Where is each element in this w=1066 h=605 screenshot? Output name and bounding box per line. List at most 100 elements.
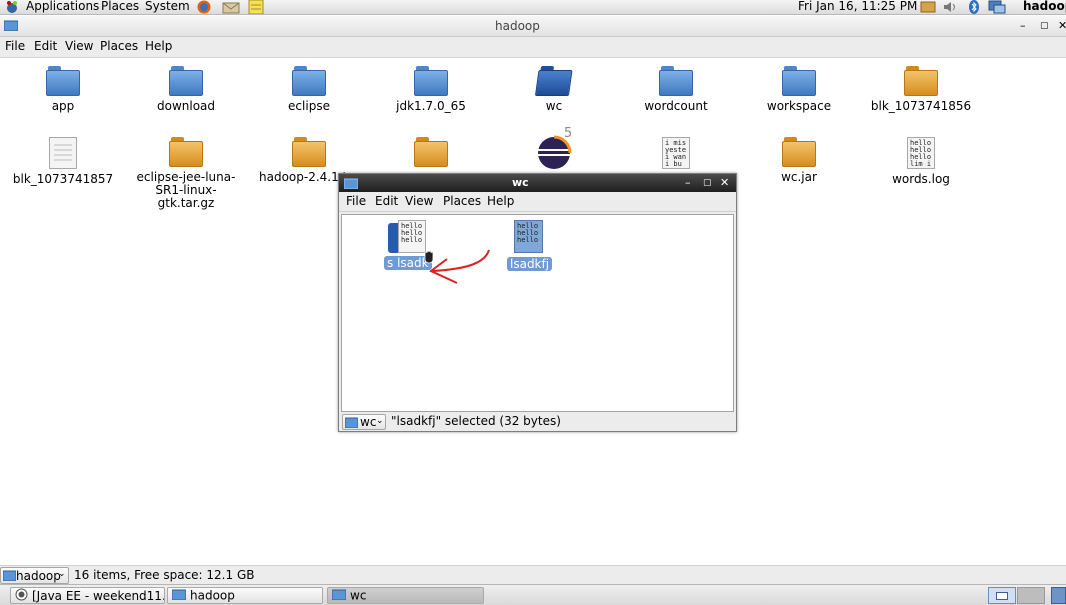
menubar: File Edit View Places Help — [0, 37, 1066, 58]
menu-edit[interactable]: Edit — [375, 194, 398, 208]
file-label: blk_1073741856 — [870, 99, 972, 113]
menu-help[interactable]: Help — [487, 194, 514, 208]
task-java-ee[interactable]: [Java EE - weekend11... — [10, 587, 165, 604]
file-icon-eclipse-app[interactable]: 5 — [499, 125, 609, 169]
minimize-icon[interactable]: – — [685, 177, 691, 189]
network-icon[interactable] — [988, 0, 1006, 14]
file-icon-wordcount[interactable]: wordcount — [621, 66, 731, 113]
bluetooth-icon[interactable] — [966, 0, 982, 14]
file-icon-words-log[interactable]: hello hello hello lim i words.log — [866, 137, 976, 186]
menu-view[interactable]: View — [65, 39, 93, 53]
status-text: 16 items, Free space: 12.1 GB — [74, 568, 255, 582]
wc-window-titlebar[interactable]: wc – ▢ ✕ — [339, 174, 736, 192]
file-icon-archive[interactable] — [376, 137, 486, 167]
task-hadoop[interactable]: hadoop — [167, 587, 323, 604]
folder-icon — [344, 417, 359, 431]
file-label: words.log — [892, 172, 950, 186]
folder-icon — [46, 66, 80, 96]
gnome-foot-icon[interactable] — [4, 0, 20, 14]
file-icon-app[interactable]: app — [8, 66, 118, 113]
user-menu[interactable]: hadoop — [1023, 0, 1066, 15]
window-titlebar[interactable]: hadoop – ▢ ✕ — [0, 16, 1066, 37]
maximize-icon[interactable]: ▢ — [1040, 20, 1049, 32]
notes-icon[interactable] — [248, 0, 264, 15]
taskbar: [Java EE - weekend11... hadoop wc — [0, 584, 1066, 605]
mail-icon[interactable] — [222, 0, 240, 14]
file-icon-text-preview[interactable]: i mis yeste i wan i bu — [621, 137, 731, 169]
update-icon[interactable] — [919, 0, 936, 14]
firefox-icon[interactable] — [196, 0, 212, 14]
eclipse-icon: 5 — [534, 125, 574, 169]
folder-icon — [171, 588, 187, 603]
chevron-down-icon: ⌄ — [58, 569, 66, 579]
volume-icon[interactable] — [942, 0, 958, 14]
archive-icon — [782, 137, 816, 167]
file-label: lsadkfj — [507, 257, 553, 271]
location-label: wc — [360, 415, 377, 429]
file-label: workspace — [766, 99, 832, 113]
menu-view[interactable]: View — [405, 194, 433, 208]
folder-icon — [782, 66, 816, 96]
window-folder-icon — [343, 177, 359, 192]
file-label: wordcount — [644, 99, 708, 113]
file-icon-wc[interactable]: wc — [499, 66, 609, 113]
wc-window: wc – ▢ ✕ File Edit View Places Help hell… — [338, 173, 737, 432]
close-icon[interactable]: ✕ — [720, 177, 729, 189]
location-dropdown[interactable]: hadoop ⌄ — [0, 567, 69, 584]
text-file-icon — [49, 137, 77, 169]
file-icon-workspace[interactable]: workspace — [744, 66, 854, 113]
system-menu[interactable]: System — [145, 0, 190, 15]
file-icon-eclipse-jee-luna[interactable]: eclipse-jee-luna- SR1-linux-gtk.tar.gz — [131, 137, 241, 210]
clock[interactable]: Fri Jan 16, 11:25 PM — [798, 0, 917, 15]
file-label: wc — [545, 99, 563, 113]
places-menu[interactable]: Places — [101, 0, 139, 15]
text-preview-icon: i mis yeste i wan i bu — [662, 137, 690, 169]
applications-menu[interactable]: Applications — [26, 0, 99, 15]
file-icon-download[interactable]: download — [131, 66, 241, 113]
file-label: blk_1073741857 — [12, 172, 114, 186]
folder-icon — [2, 570, 17, 584]
file-label-prefix: s — [387, 256, 394, 270]
trash-icon[interactable] — [1051, 587, 1066, 604]
file-label: download — [156, 99, 216, 113]
chevron-down-icon: ⌄ — [376, 416, 384, 426]
folder-icon — [169, 66, 203, 96]
location-dropdown[interactable]: wc ⌄ — [342, 414, 386, 430]
file-label: wc.jar — [781, 170, 817, 184]
menu-file[interactable]: File — [346, 194, 366, 208]
statusbar: hadoop ⌄ 16 items, Free space: 12.1 GB — [0, 565, 1066, 584]
menu-edit[interactable]: Edit — [34, 39, 57, 53]
file-item-lsadkfj[interactable]: hello hello hello lsadkfj — [507, 220, 553, 276]
location-label: hadoop — [16, 569, 61, 583]
workspace-1[interactable] — [988, 587, 1016, 604]
file-icon-jdk[interactable]: jdk1.7.0_65 — [376, 66, 486, 113]
wc-status-text: "lsadkfj" selected (32 bytes) — [391, 414, 561, 428]
minimize-icon[interactable]: – — [1020, 20, 1026, 32]
file-icon-eclipse[interactable]: eclipse — [254, 66, 364, 113]
wc-file-pane[interactable]: hello hello hello s lsadk hello hello he… — [341, 214, 734, 412]
wc-statusbar: wc ⌄ "lsadkfj" selected (32 bytes) — [339, 412, 736, 431]
file-icon-blk-1073741856[interactable]: blk_1073741856 — [866, 66, 976, 113]
file-icon-wc-jar[interactable]: wc.jar — [744, 137, 854, 184]
menu-file[interactable]: File — [5, 39, 25, 53]
text-preview-icon: hello hello hello — [514, 220, 543, 253]
menu-places[interactable]: Places — [443, 194, 481, 208]
task-label: wc — [350, 588, 367, 603]
menu-help[interactable]: Help — [145, 39, 172, 53]
preview-line: i bu — [665, 160, 682, 168]
folder-icon — [292, 66, 326, 96]
archive-icon — [904, 66, 938, 96]
workspace-2[interactable] — [1017, 587, 1045, 604]
preview-line: hello — [401, 236, 423, 244]
file-label-line2: SR1-linux-gtk.tar.gz — [155, 183, 217, 210]
file-icon-blk-1073741857[interactable]: blk_1073741857 — [8, 137, 118, 186]
wc-menubar: File Edit View Places Help — [339, 192, 736, 212]
folder-icon — [659, 66, 693, 96]
preview-line: lim i — [910, 160, 932, 168]
maximize-icon[interactable]: ▢ — [703, 177, 712, 189]
menu-places[interactable]: Places — [100, 39, 138, 53]
task-wc[interactable]: wc — [327, 587, 484, 604]
close-icon[interactable]: ✕ — [1058, 20, 1066, 32]
annotation-arrow-icon — [429, 249, 490, 284]
svg-text:5: 5 — [564, 126, 572, 141]
